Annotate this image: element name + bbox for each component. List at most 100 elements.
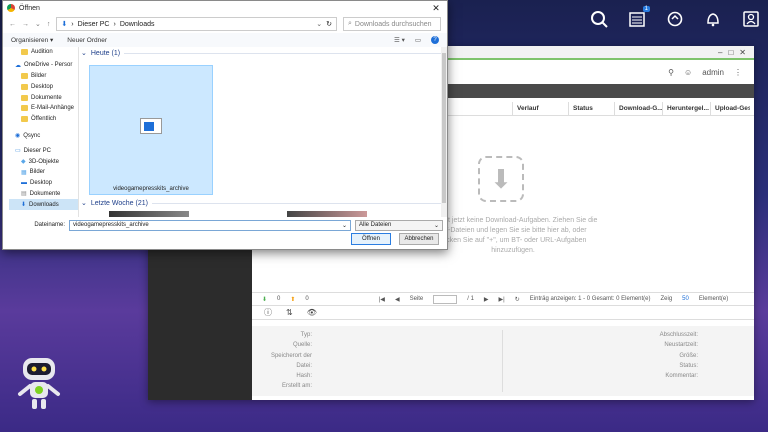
folder-icon xyxy=(21,83,28,90)
nav-item[interactable]: ▬ Desktop xyxy=(9,178,78,189)
dialog-close-icon[interactable]: ✕ xyxy=(425,3,447,14)
folder-icon xyxy=(21,116,28,123)
close-icon[interactable]: ✕ xyxy=(739,48,746,57)
detail-label: Hash: xyxy=(296,373,312,380)
robot-mascot[interactable] xyxy=(14,352,64,416)
column-upload-speed[interactable]: Upload-Gesc xyxy=(710,102,750,115)
nav-item[interactable]: Bilder xyxy=(9,71,78,82)
nav-item[interactable]: ◉ Qsync xyxy=(9,131,78,142)
nav-label: E-Mail-Anhänge xyxy=(31,105,75,112)
info-tab-icon[interactable]: ⓘ xyxy=(264,307,272,318)
bell-icon[interactable] xyxy=(702,8,724,30)
forward-icon[interactable]: → xyxy=(22,21,29,28)
app-search-icon[interactable]: ⚲ xyxy=(668,68,674,77)
prev-page-icon[interactable]: ◀ xyxy=(395,296,400,303)
address-dropdown-icon[interactable]: ⌄ xyxy=(316,20,322,28)
column-verlauf[interactable]: Verlauf xyxy=(512,102,568,115)
search-placeholder: Downloads durchsuchen xyxy=(354,20,432,28)
nav-label: Downloads xyxy=(29,201,59,208)
next-page-icon[interactable]: ▶ xyxy=(484,296,489,303)
transfer-tab-icon[interactable]: ⇅ xyxy=(286,308,293,317)
group-label: Heute (1) xyxy=(90,49,121,57)
chevron-down-icon: ⌄ xyxy=(433,222,439,229)
detail-label: Abschlusszeit: xyxy=(659,332,698,338)
nav-label: Dokumente xyxy=(29,190,61,197)
last-page-icon[interactable]: ▶| xyxy=(499,296,505,303)
file-thumbnail[interactable] xyxy=(287,211,367,217)
nav-item[interactable]: ☁ OneDrive - Persor xyxy=(9,60,78,71)
folder-icon xyxy=(21,72,28,79)
nav-item[interactable]: Öffentlich xyxy=(9,114,78,125)
first-page-icon[interactable]: |◀ xyxy=(379,296,385,303)
more-options-icon[interactable]: ⋮ xyxy=(734,68,742,77)
column-status[interactable]: Status xyxy=(568,102,614,115)
address-bar[interactable]: ⬇ › Dieser PC › Downloads ⌄ ↻ xyxy=(56,17,337,31)
details-left-labels: Typ: Quelle: Speicherort der Datei: Hash… xyxy=(262,330,312,392)
nav-item[interactable]: Audition xyxy=(9,47,78,58)
app-username[interactable]: admin xyxy=(702,68,724,77)
refresh-icon[interactable]: ↻ xyxy=(515,296,520,303)
organize-button[interactable]: Organisieren ▾ xyxy=(11,36,53,44)
page-total: / 1 xyxy=(467,296,474,302)
detail-label: Speicherort der xyxy=(270,352,312,359)
minimize-icon[interactable]: – xyxy=(718,48,722,57)
nav-item[interactable]: ▦ Bilder xyxy=(9,167,78,178)
sync-icon[interactable] xyxy=(664,8,686,30)
upload-count: 0 xyxy=(305,296,309,302)
nav-item[interactable]: Desktop xyxy=(9,81,78,92)
nav-item[interactable]: ▤ Dokumente xyxy=(9,189,78,200)
content-scrollbar[interactable] xyxy=(441,47,447,217)
search-input[interactable]: ⌕ Downloads durchsuchen xyxy=(343,17,441,31)
up-icon[interactable]: ↑ xyxy=(47,21,51,28)
cancel-button[interactable]: Abbrechen xyxy=(399,233,439,245)
open-button[interactable]: Öffnen xyxy=(351,233,391,245)
folder-icon xyxy=(21,49,28,56)
dialog-title: Öffnen xyxy=(19,4,40,12)
app-user-icon[interactable]: ☺ xyxy=(684,68,692,77)
notification-badge: 1 xyxy=(642,6,650,12)
nav-label: OneDrive - Persor xyxy=(24,62,73,69)
background-tasks-icon[interactable]: 1 xyxy=(626,6,650,30)
file-thumbnail[interactable] xyxy=(109,211,189,217)
content-scroll-thumb[interactable] xyxy=(442,53,446,203)
breadcrumb-this-pc[interactable]: Dieser PC xyxy=(78,21,110,28)
page-input[interactable] xyxy=(433,294,458,304)
detail-label: Status: xyxy=(679,362,698,369)
maximize-icon[interactable]: □ xyxy=(728,48,733,57)
detail-label: Typ: xyxy=(300,332,312,338)
show-label: Zeig xyxy=(660,296,673,302)
detail-label: Größe: xyxy=(679,352,698,359)
help-icon[interactable]: ? xyxy=(431,36,439,44)
cloud-icon: ☁ xyxy=(15,62,21,69)
group-header-today[interactable]: ⌄ Heute (1) xyxy=(81,47,441,59)
file-item-selected[interactable]: videogamepresskits_archive xyxy=(89,65,213,195)
back-icon[interactable]: ← xyxy=(9,21,16,28)
nav-item[interactable]: ◆ 3D-Objekte xyxy=(9,156,78,167)
nav-item[interactable]: Dokumente xyxy=(9,92,78,103)
address-refresh-icon[interactable]: ↻ xyxy=(326,20,332,28)
nav-item-downloads[interactable]: ⬇ Downloads xyxy=(9,199,78,211)
nav-item[interactable]: E-Mail-Anhänge xyxy=(9,103,78,114)
group-header-last-week[interactable]: ⌄ Letzte Woche (21) xyxy=(81,197,441,209)
column-downloaded[interactable]: Heruntergel... xyxy=(662,102,710,115)
detail-label: Erstellt am: xyxy=(281,383,312,390)
user-icon[interactable] xyxy=(740,8,762,30)
recent-locations-icon[interactable]: ⌄ xyxy=(35,20,41,28)
file-list: ⌄ Heute (1) videogamepresskits_archive ⌄… xyxy=(81,47,441,217)
preview-pane-icon[interactable]: ▭ xyxy=(415,36,421,44)
nav-label: Öffentlich xyxy=(31,116,57,123)
filename-input[interactable]: videogamepresskits_archive ⌄ xyxy=(69,219,351,231)
empty-state-text: Es gibt jetzt keine Download-Aufgaben. Z… xyxy=(428,217,598,254)
filetype-select[interactable]: Alle Dateien ⌄ xyxy=(355,219,443,231)
nav-item[interactable]: ▭ Dieser PC xyxy=(9,145,78,156)
page-size-select[interactable]: 50 xyxy=(682,296,689,302)
organize-label: Organisieren xyxy=(11,37,49,44)
breadcrumb-downloads[interactable]: Downloads xyxy=(120,21,155,28)
new-folder-button[interactable]: Neuer Ordner xyxy=(67,37,107,44)
qsync-icon: ◉ xyxy=(15,133,21,140)
view-options-icon[interactable]: ☰ ▾ xyxy=(394,36,405,44)
filename-dropdown-icon[interactable]: ⌄ xyxy=(342,222,347,229)
column-download-speed[interactable]: Download-G... xyxy=(614,102,662,115)
search-icon[interactable] xyxy=(588,8,610,30)
eye-tab-icon[interactable]: 👁 xyxy=(307,308,317,317)
